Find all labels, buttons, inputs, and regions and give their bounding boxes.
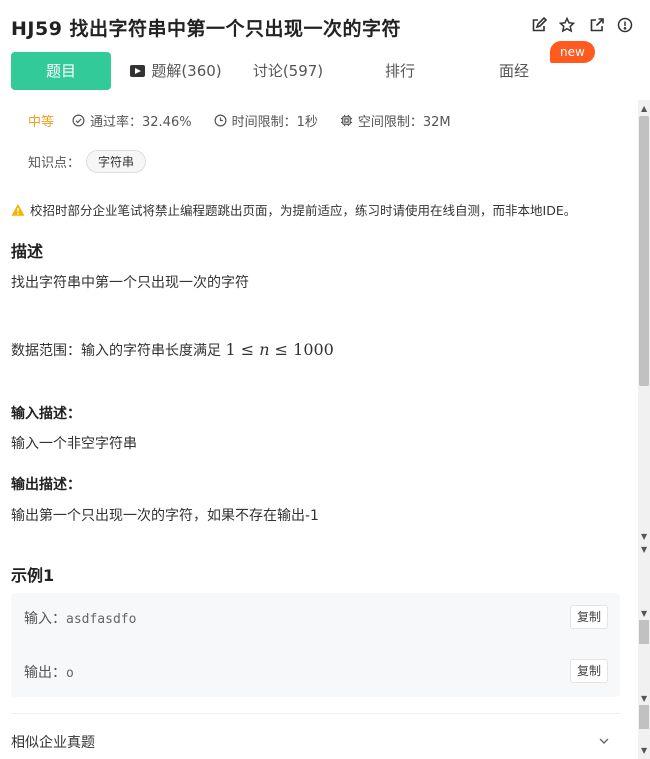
example-output: 输出：o (24, 662, 74, 682)
tab-solutions-label: 题解(360) (151, 62, 222, 80)
divider (11, 713, 620, 714)
data-range-prefix: 数据范围：输入的字符串长度满足 (11, 343, 226, 359)
space-limit: 空间限制：32M (340, 111, 451, 130)
tab-interview[interactable]: 面经 (490, 52, 538, 90)
pass-rate-text: 通过率：32.46% (90, 115, 192, 130)
scrollbar-thumb[interactable] (639, 620, 649, 644)
example-box: 输入：asdfasdfo 复制 输出：o 复制 (11, 593, 620, 697)
range-le-symbol: ≤ (240, 340, 255, 359)
range-lower: 1 (225, 340, 236, 359)
range-upper: 1000 (293, 340, 334, 359)
example-input-label: 输入： (24, 611, 66, 627)
tab-solutions[interactable]: 题解(360) (128, 52, 224, 90)
description-title: 描述 (11, 242, 44, 261)
input-description-title: 输入描述： (11, 406, 81, 422)
scroll-down-icon[interactable]: ▼ (641, 694, 647, 703)
problem-meta: 中等 通过率：32.46% 时间限制：1秒 空间限制：32M (28, 111, 473, 130)
example-output-value: o (66, 666, 74, 681)
space-limit-text: 空间限制：32M (357, 115, 451, 130)
copy-input-button[interactable]: 复制 (570, 605, 608, 629)
knowledge-tag[interactable]: 字符串 (86, 150, 147, 173)
output-description-text: 输出第一个只出现一次的字符，如果不存在输出-1 (11, 508, 319, 524)
video-icon (130, 65, 146, 77)
data-range: 数据范围：输入的字符串长度满足 1 ≤ n ≤ 1000 (11, 340, 334, 360)
scrollbar-thumb[interactable] (639, 705, 649, 729)
copy-output-button[interactable]: 复制 (570, 659, 608, 683)
star-icon[interactable] (558, 16, 576, 34)
scroll-down-icon[interactable]: ▼ (641, 609, 647, 618)
check-circle-icon (72, 114, 85, 127)
time-limit: 时间限制：1秒 (214, 111, 318, 130)
output-description-title: 输出描述： (11, 477, 81, 493)
clock-icon (214, 114, 227, 127)
header: HJ59 找出字符串中第一个只出现一次的字符 new (0, 0, 650, 63)
description-text: 找出字符串中第一个只出现一次的字符 (11, 275, 249, 291)
example-output-label: 输出： (24, 665, 66, 681)
scroll-down-icon[interactable]: ▼ (641, 746, 647, 755)
chevron-down-icon[interactable] (597, 734, 611, 748)
tab-bar: 题目 题解(360) 讨论(597) 排行 面经 (0, 52, 650, 90)
difficulty-badge: 中等 (28, 115, 55, 130)
warning-text: 校招时部分企业笔试将禁止编程题跳出页面，为提前适应，练习时请使用在线自测，而非本… (30, 203, 577, 218)
edit-icon[interactable] (530, 16, 548, 34)
similar-questions-toggle[interactable]: 相似企业真题 (11, 732, 95, 752)
knowledge-label: 知识点： (28, 156, 81, 171)
input-description-text: 输入一个非空字符串 (11, 436, 137, 452)
scroll-down-icon[interactable]: ▼ (641, 545, 647, 554)
tab-problem[interactable]: 题目 (11, 52, 111, 90)
tab-ranking[interactable]: 排行 (376, 52, 424, 90)
page-title: HJ59 找出字符串中第一个只出现一次的字符 (11, 18, 402, 40)
time-limit-text: 时间限制：1秒 (231, 115, 318, 130)
warning-icon (11, 203, 25, 216)
knowledge-points: 知识点： 字符串 (28, 150, 147, 173)
example-title: 示例1 (11, 566, 55, 585)
tab-discussion[interactable]: 讨论(597) (250, 52, 326, 90)
data-range-formula: 1 ≤ n ≤ 1000 (225, 340, 333, 359)
example-input: 输入：asdfasdfo (24, 608, 136, 628)
chip-icon (340, 114, 352, 127)
warning-notice: 校招时部分企业笔试将禁止编程题跳出页面，为提前适应，练习时请使用在线自测，而非本… (11, 200, 576, 219)
info-icon[interactable] (616, 16, 634, 34)
scroll-down-icon[interactable]: ▼ (641, 532, 647, 541)
example-input-value: asdfasdfo (66, 612, 137, 627)
scroll-up-icon[interactable]: ▲ (641, 104, 647, 113)
share-icon[interactable] (588, 16, 606, 34)
range-le-symbol: ≤ (274, 340, 289, 359)
range-variable: n (259, 340, 270, 359)
pass-rate: 通过率：32.46% (72, 111, 192, 130)
scrollbar-thumb[interactable] (639, 116, 649, 386)
